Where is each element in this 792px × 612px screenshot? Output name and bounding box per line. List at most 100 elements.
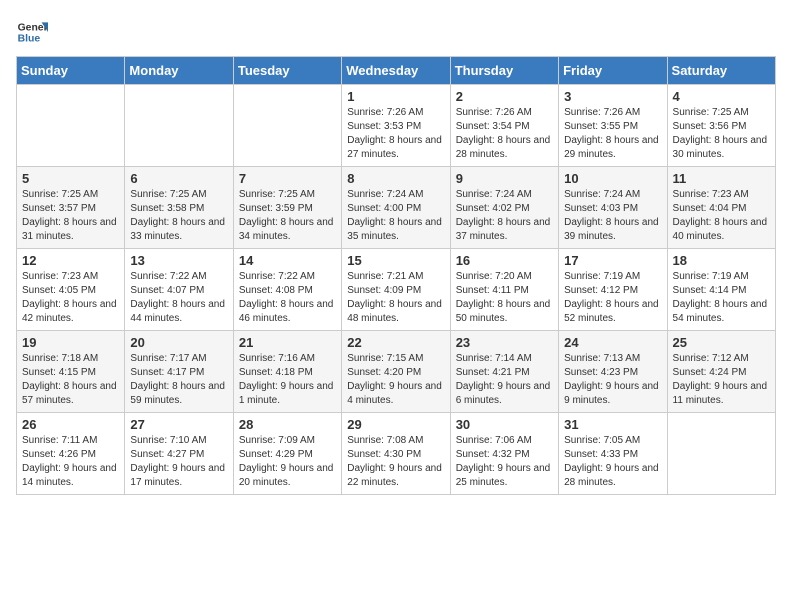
day-info: Sunrise: 7:26 AM Sunset: 3:55 PM Dayligh…: [564, 106, 661, 162]
column-header-thursday: Thursday: [450, 57, 558, 85]
column-header-tuesday: Tuesday: [233, 57, 341, 85]
day-info: Sunrise: 7:06 AM Sunset: 4:32 PM Dayligh…: [456, 434, 553, 490]
day-number: 10: [564, 171, 661, 186]
calendar-cell: [125, 85, 233, 167]
calendar-cell: 12 Sunrise: 7:23 AM Sunset: 4:05 PM Dayli…: [17, 249, 125, 331]
day-number: 3: [564, 89, 661, 104]
calendar-cell: 26 Sunrise: 7:11 AM Sunset: 4:26 PM Dayli…: [17, 413, 125, 495]
day-number: 8: [347, 171, 444, 186]
calendar-cell: 2 Sunrise: 7:26 AM Sunset: 3:54 PM Daylig…: [450, 85, 558, 167]
day-number: 9: [456, 171, 553, 186]
day-info: Sunrise: 7:16 AM Sunset: 4:18 PM Dayligh…: [239, 352, 336, 408]
day-info: Sunrise: 7:05 AM Sunset: 4:33 PM Dayligh…: [564, 434, 661, 490]
day-number: 14: [239, 253, 336, 268]
calendar-cell: [233, 85, 341, 167]
day-number: 25: [673, 335, 770, 350]
day-info: Sunrise: 7:26 AM Sunset: 3:54 PM Dayligh…: [456, 106, 553, 162]
day-number: 18: [673, 253, 770, 268]
calendar-cell: 18 Sunrise: 7:19 AM Sunset: 4:14 PM Dayli…: [667, 249, 775, 331]
day-info: Sunrise: 7:14 AM Sunset: 4:21 PM Dayligh…: [456, 352, 553, 408]
calendar-cell: 11 Sunrise: 7:23 AM Sunset: 4:04 PM Dayli…: [667, 167, 775, 249]
calendar-table: SundayMondayTuesdayWednesdayThursdayFrid…: [16, 56, 776, 495]
calendar-cell: [17, 85, 125, 167]
calendar-cell: 1 Sunrise: 7:26 AM Sunset: 3:53 PM Daylig…: [342, 85, 450, 167]
calendar-cell: [667, 413, 775, 495]
day-number: 20: [130, 335, 227, 350]
calendar-cell: 20 Sunrise: 7:17 AM Sunset: 4:17 PM Dayli…: [125, 331, 233, 413]
column-header-friday: Friday: [559, 57, 667, 85]
calendar-cell: 28 Sunrise: 7:09 AM Sunset: 4:29 PM Dayli…: [233, 413, 341, 495]
day-info: Sunrise: 7:13 AM Sunset: 4:23 PM Dayligh…: [564, 352, 661, 408]
day-number: 23: [456, 335, 553, 350]
day-number: 7: [239, 171, 336, 186]
day-number: 29: [347, 417, 444, 432]
column-header-wednesday: Wednesday: [342, 57, 450, 85]
day-number: 16: [456, 253, 553, 268]
day-number: 31: [564, 417, 661, 432]
day-info: Sunrise: 7:22 AM Sunset: 4:07 PM Dayligh…: [130, 270, 227, 326]
day-info: Sunrise: 7:22 AM Sunset: 4:08 PM Dayligh…: [239, 270, 336, 326]
calendar-cell: 3 Sunrise: 7:26 AM Sunset: 3:55 PM Daylig…: [559, 85, 667, 167]
calendar-cell: 29Sunrise: 7:08 AM Sunset: 4:30 PM Dayli…: [342, 413, 450, 495]
calendar-cell: 23 Sunrise: 7:14 AM Sunset: 4:21 PM Dayli…: [450, 331, 558, 413]
calendar-cell: 13 Sunrise: 7:22 AM Sunset: 4:07 PM Dayli…: [125, 249, 233, 331]
day-number: 11: [673, 171, 770, 186]
day-info: Sunrise: 7:24 AM Sunset: 4:00 PM Dayligh…: [347, 188, 444, 244]
day-info: Sunrise: 7:20 AM Sunset: 4:11 PM Dayligh…: [456, 270, 553, 326]
day-number: 28: [239, 417, 336, 432]
day-info: Sunrise: 7:25 AM Sunset: 3:56 PM Dayligh…: [673, 106, 770, 162]
column-header-sunday: Sunday: [17, 57, 125, 85]
day-number: 2: [456, 89, 553, 104]
day-info: Sunrise: 7:17 AM Sunset: 4:17 PM Dayligh…: [130, 352, 227, 408]
calendar-cell: 5 Sunrise: 7:25 AM Sunset: 3:57 PM Daylig…: [17, 167, 125, 249]
day-info: Sunrise: 7:12 AM Sunset: 4:24 PM Dayligh…: [673, 352, 770, 408]
calendar-cell: 8 Sunrise: 7:24 AM Sunset: 4:00 PM Daylig…: [342, 167, 450, 249]
day-info: Sunrise: 7:24 AM Sunset: 4:03 PM Dayligh…: [564, 188, 661, 244]
day-number: 1: [347, 89, 444, 104]
logo-icon: General Blue: [16, 16, 48, 48]
calendar-cell: 17 Sunrise: 7:19 AM Sunset: 4:12 PM Dayli…: [559, 249, 667, 331]
header: General Blue: [16, 16, 776, 48]
calendar-cell: 22Sunrise: 7:15 AM Sunset: 4:20 PM Dayli…: [342, 331, 450, 413]
column-header-saturday: Saturday: [667, 57, 775, 85]
day-info: Sunrise: 7:18 AM Sunset: 4:15 PM Dayligh…: [22, 352, 119, 408]
day-number: 30: [456, 417, 553, 432]
calendar-cell: 16 Sunrise: 7:20 AM Sunset: 4:11 PM Dayli…: [450, 249, 558, 331]
day-number: 27: [130, 417, 227, 432]
day-info: Sunrise: 7:15 AM Sunset: 4:20 PM Dayligh…: [347, 352, 444, 408]
day-info: Sunrise: 7:11 AM Sunset: 4:26 PM Dayligh…: [22, 434, 119, 490]
calendar-cell: 9 Sunrise: 7:24 AM Sunset: 4:02 PM Daylig…: [450, 167, 558, 249]
day-info: Sunrise: 7:24 AM Sunset: 4:02 PM Dayligh…: [456, 188, 553, 244]
calendar-cell: 4 Sunrise: 7:25 AM Sunset: 3:56 PM Daylig…: [667, 85, 775, 167]
calendar-cell: 31 Sunrise: 7:05 AM Sunset: 4:33 PM Dayli…: [559, 413, 667, 495]
day-number: 26: [22, 417, 119, 432]
calendar-cell: 14 Sunrise: 7:22 AM Sunset: 4:08 PM Dayli…: [233, 249, 341, 331]
day-info: Sunrise: 7:26 AM Sunset: 3:53 PM Dayligh…: [347, 106, 444, 162]
day-info: Sunrise: 7:23 AM Sunset: 4:05 PM Dayligh…: [22, 270, 119, 326]
calendar-cell: 10 Sunrise: 7:24 AM Sunset: 4:03 PM Dayli…: [559, 167, 667, 249]
day-info: Sunrise: 7:25 AM Sunset: 3:57 PM Dayligh…: [22, 188, 119, 244]
day-info: Sunrise: 7:23 AM Sunset: 4:04 PM Dayligh…: [673, 188, 770, 244]
day-number: 13: [130, 253, 227, 268]
day-number: 21: [239, 335, 336, 350]
calendar-cell: 27Sunrise: 7:10 AM Sunset: 4:27 PM Dayli…: [125, 413, 233, 495]
day-number: 6: [130, 171, 227, 186]
day-number: 4: [673, 89, 770, 104]
calendar-cell: 19 Sunrise: 7:18 AM Sunset: 4:15 PM Dayli…: [17, 331, 125, 413]
calendar-cell: 21 Sunrise: 7:16 AM Sunset: 4:18 PM Dayli…: [233, 331, 341, 413]
calendar-cell: 6Sunrise: 7:25 AM Sunset: 3:58 PM Daylig…: [125, 167, 233, 249]
calendar-cell: 25 Sunrise: 7:12 AM Sunset: 4:24 PM Dayli…: [667, 331, 775, 413]
svg-text:Blue: Blue: [18, 34, 41, 45]
day-info: Sunrise: 7:09 AM Sunset: 4:29 PM Dayligh…: [239, 434, 336, 490]
day-number: 24: [564, 335, 661, 350]
calendar-cell: 7 Sunrise: 7:25 AM Sunset: 3:59 PM Daylig…: [233, 167, 341, 249]
logo: General Blue: [16, 16, 48, 48]
day-info: Sunrise: 7:19 AM Sunset: 4:14 PM Dayligh…: [673, 270, 770, 326]
day-number: 12: [22, 253, 119, 268]
column-header-monday: Monday: [125, 57, 233, 85]
day-number: 5: [22, 171, 119, 186]
day-number: 19: [22, 335, 119, 350]
day-info: Sunrise: 7:19 AM Sunset: 4:12 PM Dayligh…: [564, 270, 661, 326]
day-number: 17: [564, 253, 661, 268]
day-info: Sunrise: 7:25 AM Sunset: 3:59 PM Dayligh…: [239, 188, 336, 244]
